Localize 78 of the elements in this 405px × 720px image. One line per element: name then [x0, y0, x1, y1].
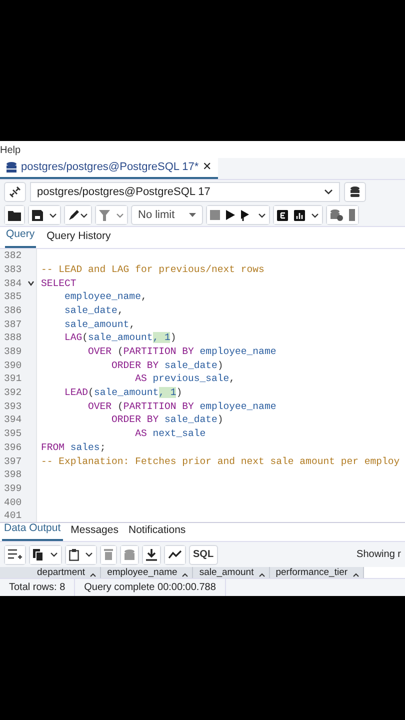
tab-label: postgres/postgres@PostgreSQL 17*: [21, 160, 199, 176]
column-name: employee_name: [107, 566, 178, 578]
column-header[interactable]: employee_name: [101, 566, 194, 578]
tab[interactable]: Query History: [46, 227, 112, 248]
code-line: -- Explanation: Fetches prior and next sale amount per employ: [41, 454, 401, 468]
explain-icon[interactable]: [274, 206, 291, 224]
rows-info: Showing r: [356, 548, 401, 562]
line-number: 393: [3, 400, 23, 414]
sort-icon[interactable]: [352, 572, 359, 577]
disconnect-icon[interactable]: [4, 182, 26, 202]
close-button[interactable]: ✕: [202, 159, 212, 176]
line-number: 397: [3, 454, 23, 468]
line-number: 396: [3, 440, 23, 455]
caret-icon: [189, 213, 196, 218]
column-header[interactable]: department: [31, 566, 102, 578]
column-header[interactable]: performance_tier: [270, 566, 364, 578]
chevron-down-icon: [324, 189, 333, 196]
line-number: 392: [3, 386, 23, 400]
connection-value: postgres/postgres@PostgreSQL 17: [37, 185, 210, 200]
code-line: sale_amount,: [64, 318, 136, 332]
tab[interactable]: Notifications: [126, 522, 188, 542]
menu-item[interactable]: Help: [0, 145, 21, 156]
pencil-icon[interactable]: [65, 206, 91, 224]
line-number: 385: [3, 290, 23, 304]
limit-value: No limit: [138, 208, 175, 224]
line-number: 394: [3, 413, 23, 428]
code-line: OVER (PARTITION BY employee_name: [87, 400, 278, 414]
download-icon[interactable]: [143, 546, 160, 564]
limit-select[interactable]: No limit: [131, 205, 203, 226]
trash-icon[interactable]: [101, 546, 116, 564]
code-line: ORDER BY sale_date): [110, 358, 224, 372]
save-icon[interactable]: [29, 206, 46, 224]
query-status: Query complete 00:00:00.788: [75, 578, 226, 596]
sort-icon[interactable]: [182, 572, 188, 577]
code-line: OVER (PARTITION BY employee_name: [87, 345, 278, 359]
code-line: AS next_sale: [134, 427, 207, 441]
sql-button[interactable]: SQL: [189, 544, 218, 564]
add-row-icon[interactable]: [5, 546, 25, 564]
column-name: sale_amount: [199, 566, 254, 578]
column-name: department: [37, 566, 86, 578]
code-line: FROM sales;: [41, 440, 107, 455]
total-rows: Total rows: 8: [0, 578, 76, 596]
column-header[interactable]: sale_amount: [193, 566, 270, 578]
line-number: 388: [3, 331, 23, 346]
line-number: 400: [3, 496, 23, 510]
fold-chevron-icon[interactable]: [28, 280, 34, 286]
line-number: 384: [3, 276, 23, 290]
column-name: performance_tier: [276, 566, 348, 578]
line-number: 395: [3, 427, 23, 441]
code-line: -- LEAD and LAG for previous/next rows: [41, 262, 266, 277]
filter-icon[interactable]: [96, 206, 113, 224]
database-save-icon[interactable]: [121, 546, 138, 564]
connection-select[interactable]: postgres/postgres@PostgreSQL 17: [30, 182, 340, 202]
database-check-icon[interactable]: [327, 206, 346, 224]
code-line: LEAD(sale_amount, 1): [64, 386, 184, 400]
folder-icon[interactable]: [5, 206, 24, 224]
code-line: LAG(sale_amount, 1): [64, 331, 178, 346]
code-line: AS previous_sale,: [134, 372, 236, 386]
sort-icon[interactable]: [258, 572, 265, 577]
code-line: SELECT: [41, 276, 78, 290]
code-line: sale_date,: [64, 304, 124, 318]
line-number: 398: [3, 468, 23, 482]
line-number: 399: [3, 482, 23, 496]
tab[interactable]: Messages: [68, 522, 120, 542]
graph-icon[interactable]: [165, 546, 185, 564]
line-number: 387: [3, 318, 23, 332]
line-number: 383: [3, 262, 23, 277]
line-number: 386: [3, 304, 23, 318]
line-number: 382: [3, 249, 23, 263]
line-number: 390: [3, 358, 23, 372]
sort-icon[interactable]: [90, 572, 96, 577]
code-line: ORDER BY sale_date): [110, 413, 224, 428]
query-tool-tab[interactable]: postgres/postgres@PostgreSQL 17* ✕: [0, 158, 218, 179]
line-number: 401: [3, 509, 23, 522]
line-number: 391: [3, 372, 23, 386]
clipboard-icon[interactable]: [66, 546, 82, 564]
code-line: employee_name,: [64, 290, 148, 304]
line-number: 389: [3, 345, 23, 359]
